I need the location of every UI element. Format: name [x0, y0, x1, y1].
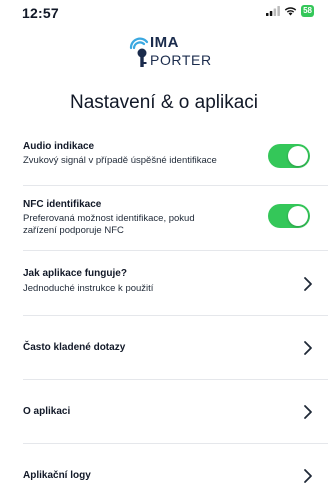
menu-item-label: Často kladené dotazy: [23, 342, 126, 353]
setting-audio-description: Zvukový signál v případě úspěšné identif…: [23, 155, 217, 166]
nfc-toggle-knob: [288, 206, 308, 226]
status-icons: 58: [266, 5, 314, 17]
menu-item-faq[interactable]: Často kladené dotazy: [0, 316, 328, 379]
menu-item-about[interactable]: O aplikaci: [0, 380, 328, 443]
key-logo-icon: [129, 37, 149, 67]
menu-item-label: O aplikaci: [23, 406, 71, 417]
ima-porter-logo: IMA PORTER: [0, 30, 328, 76]
audio-toggle-knob: [288, 146, 308, 166]
setting-audio: Audio indikace Zvukový signál v případě …: [0, 132, 328, 184]
menu-item-label: Jak aplikace funguje?: [23, 268, 127, 279]
menu-item-description: Jednoduché instrukce k použití: [23, 283, 154, 294]
signal-icon: [266, 6, 280, 16]
status-bar: 12:57 58: [0, 0, 328, 22]
page-title: Nastavení & o aplikaci: [70, 92, 258, 113]
logo-text-ima: IMA: [150, 34, 179, 51]
status-time: 12:57: [22, 5, 59, 21]
setting-nfc-label: NFC identifikace: [23, 199, 102, 210]
nfc-toggle[interactable]: [268, 204, 310, 228]
audio-toggle[interactable]: [268, 144, 310, 168]
chevron-right-icon: [304, 341, 312, 355]
setting-nfc-description: Preferovaná možnost identifikace, pokud …: [23, 213, 195, 236]
menu-item-label: Aplikační logy: [23, 470, 91, 481]
chevron-right-icon: [304, 277, 312, 291]
setting-nfc: NFC identifikace Preferovaná možnost ide…: [0, 186, 328, 250]
chevron-right-icon: [304, 469, 312, 483]
settings-screen: 12:57 58 IMA PORTER Nastavení & o aplika…: [0, 0, 328, 500]
menu-item-how-it-works[interactable]: Jak aplikace funguje? Jednoduché instruk…: [0, 251, 328, 315]
logo-text-porter: PORTER: [150, 52, 212, 68]
menu-item-logs[interactable]: Aplikační logy: [0, 444, 328, 500]
wifi-icon: [284, 7, 297, 16]
battery-icon: 58: [301, 5, 314, 17]
setting-audio-label: Audio indikace: [23, 141, 95, 152]
chevron-right-icon: [304, 405, 312, 419]
